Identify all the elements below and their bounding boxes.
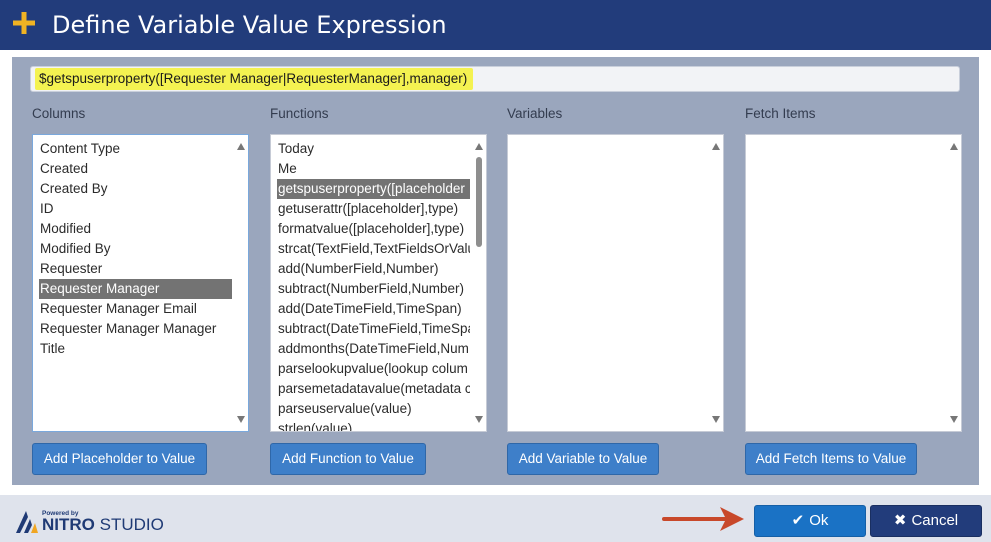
list-item[interactable]: getspuserproperty([placeholder	[277, 179, 470, 199]
scroll-down-icon[interactable]	[475, 416, 483, 423]
list-item[interactable]: strlen(value)	[277, 419, 470, 431]
list-item[interactable]: add(NumberField,Number)	[277, 259, 470, 279]
brand-nitro: NITRO	[42, 515, 95, 534]
list-item[interactable]: parseuservalue(value)	[277, 399, 470, 419]
variables-listbox[interactable]	[507, 134, 724, 432]
add-function-button[interactable]: Add Function to Value	[270, 443, 426, 475]
list-item[interactable]: ID	[39, 199, 232, 219]
expression-text: $getspuserproperty([Requester Manager|Re…	[35, 68, 474, 90]
expression-panel: $getspuserproperty([Requester Manager|Re…	[12, 57, 979, 485]
expression-input[interactable]: $getspuserproperty([Requester Manager|Re…	[30, 66, 960, 92]
scroll-up-icon[interactable]	[237, 143, 245, 150]
scroll-up-icon[interactable]	[950, 143, 958, 150]
columns-items: Content Type Created Created By ID Modified M…	[39, 139, 232, 359]
fetch-items-listbox[interactable]	[745, 134, 962, 432]
ok-button[interactable]: ✔ Ok	[754, 505, 866, 537]
list-item[interactable]: add(DateTimeField,TimeSpan)	[277, 299, 470, 319]
list-item[interactable]: Created	[39, 159, 232, 179]
scroll-down-icon[interactable]	[712, 416, 720, 423]
dialog-title: Define Variable Value Expression	[52, 11, 447, 39]
brand-name: NITRO STUDIO	[42, 516, 164, 534]
variables-label: Variables	[507, 106, 563, 121]
scroll-down-icon[interactable]	[237, 416, 245, 423]
functions-listbox[interactable]: Today Me getspuserproperty([placeholder get…	[270, 134, 487, 432]
list-item[interactable]: Today	[277, 139, 470, 159]
list-item[interactable]: parsemetadatavalue(metadata c	[277, 379, 470, 399]
scroll-down-icon[interactable]	[950, 416, 958, 423]
list-item[interactable]: subtract(NumberField,Number)	[277, 279, 470, 299]
add-variable-button[interactable]: Add Variable to Value	[507, 443, 659, 475]
dialog-titlebar: Define Variable Value Expression	[0, 0, 991, 50]
columns-listbox[interactable]: Content Type Created Created By ID Modified M…	[32, 134, 249, 432]
list-item[interactable]: parselookupvalue(lookup colum	[277, 359, 470, 379]
list-item[interactable]: Content Type	[39, 139, 232, 159]
arrow-pointer-icon	[662, 507, 744, 531]
list-item[interactable]: subtract(DateTimeField,TimeSpa	[277, 319, 470, 339]
add-fetch-items-button[interactable]: Add Fetch Items to Value	[745, 443, 917, 475]
functions-items: Today Me getspuserproperty([placeholder get…	[277, 139, 470, 431]
list-item[interactable]: Modified	[39, 219, 232, 239]
list-item[interactable]: addmonths(DateTimeField,Num	[277, 339, 470, 359]
add-placeholder-button[interactable]: Add Placeholder to Value	[32, 443, 207, 475]
list-item[interactable]: Requester Manager Email	[39, 299, 232, 319]
scroll-up-icon[interactable]	[475, 143, 483, 150]
list-item[interactable]: getuserattr([placeholder],type)	[277, 199, 470, 219]
close-icon: ✖	[893, 512, 907, 529]
checkmark-icon: ✔	[791, 512, 805, 529]
plus-icon	[12, 11, 36, 35]
ok-label: Ok	[809, 512, 829, 529]
brand-studio: STUDIO	[99, 515, 164, 534]
columns-label: Columns	[32, 106, 86, 121]
list-item[interactable]: Created By	[39, 179, 232, 199]
list-item[interactable]: Requester Manager Manager	[39, 319, 232, 339]
scrollbar-thumb[interactable]	[476, 157, 482, 247]
list-item[interactable]: Modified By	[39, 239, 232, 259]
list-item[interactable]: Me	[277, 159, 470, 179]
list-item[interactable]: formatvalue([placeholder],type)	[277, 219, 470, 239]
list-item[interactable]: Requester Manager	[39, 279, 232, 299]
nitro-logo-icon	[16, 511, 38, 533]
fetch-items-label: Fetch Items	[745, 106, 816, 121]
scroll-up-icon[interactable]	[712, 143, 720, 150]
cancel-button[interactable]: ✖ Cancel	[870, 505, 982, 537]
cancel-label: Cancel	[911, 512, 959, 529]
nitro-studio-logo: Powered by NITRO STUDIO	[14, 508, 174, 536]
functions-label: Functions	[270, 106, 329, 121]
list-item[interactable]: Title	[39, 339, 232, 359]
list-item[interactable]: Requester	[39, 259, 232, 279]
list-item[interactable]: strcat(TextField,TextFieldsOrValu	[277, 239, 470, 259]
